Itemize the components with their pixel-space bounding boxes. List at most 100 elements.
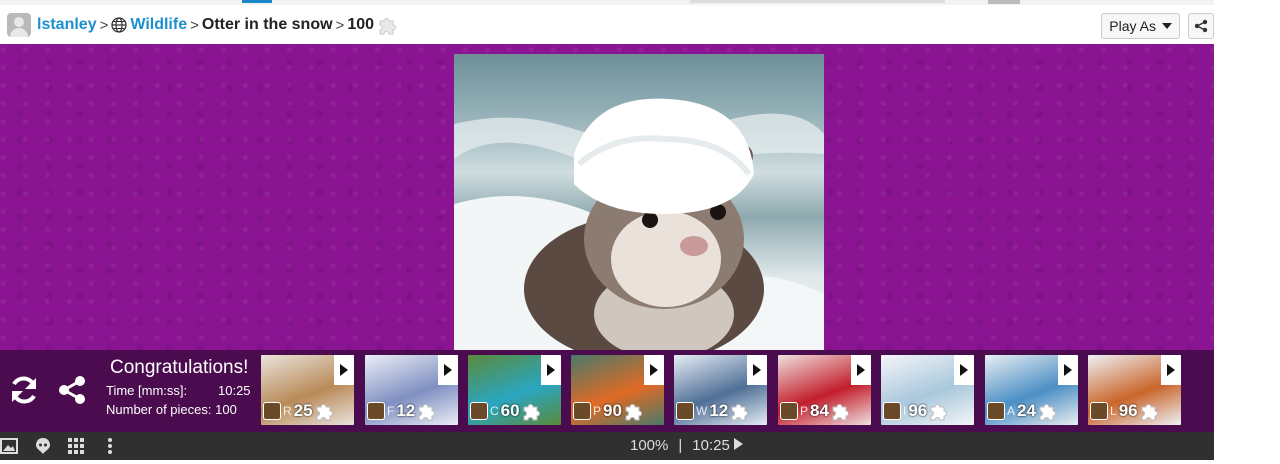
- piece-count: 12: [396, 401, 416, 420]
- share-icon[interactable]: [56, 374, 88, 406]
- related-puzzle-bears[interactable]: F 12: [365, 355, 458, 425]
- piece-count: 96: [1118, 401, 1138, 420]
- puzzle-piece-icon: [316, 404, 333, 421]
- breadcrumb-bar: lstanley > Wildlife > Otter in the snow …: [0, 6, 1214, 44]
- play-puzzle-button[interactable]: [1058, 355, 1078, 385]
- play-icon: [1064, 364, 1072, 376]
- play-icon: [753, 364, 761, 376]
- creator-initial: L: [1110, 404, 1117, 418]
- related-puzzle-fox[interactable]: R 25: [261, 355, 354, 425]
- thumb-info: P 90: [573, 400, 662, 422]
- play-puzzle-button[interactable]: [541, 355, 561, 385]
- thumb-info: F 12: [367, 400, 456, 422]
- breadcrumb-puzzle-title: Otter in the snow: [201, 16, 333, 33]
- creator-avatar: [676, 402, 694, 420]
- piece-count: 60: [500, 401, 520, 420]
- ghost-image-icon[interactable]: [34, 437, 52, 455]
- piece-count: 84: [810, 401, 829, 420]
- related-puzzle-lake[interactable]: C 60: [468, 355, 561, 425]
- creator-avatar: [1090, 402, 1108, 420]
- thumb-info: I 96: [883, 400, 972, 422]
- play-puzzle-button[interactable]: [644, 355, 664, 385]
- play-icon: [340, 364, 348, 376]
- creator-initial: W: [696, 404, 708, 418]
- breadcrumb-pieces[interactable]: 100: [347, 16, 374, 34]
- image-preview-icon[interactable]: [0, 438, 18, 454]
- piece-count: 24: [1017, 401, 1036, 420]
- pieces-value: 100: [215, 402, 237, 417]
- creator-initial: A: [1007, 404, 1016, 418]
- play-icon: [650, 364, 658, 376]
- piece-count: 90: [603, 401, 622, 420]
- puzzle-board[interactable]: [0, 44, 1214, 350]
- puzzle-piece-icon: [625, 404, 642, 421]
- share-icon: [1194, 19, 1208, 33]
- congratulations-title: Congratulations!: [110, 357, 249, 378]
- time-stat: Time [mm:ss]: 10:25: [106, 383, 251, 398]
- play-puzzle-button[interactable]: [954, 355, 974, 385]
- creator-initial: P: [800, 404, 809, 418]
- play-puzzle-button[interactable]: [334, 355, 354, 385]
- creator-initial: I: [903, 404, 907, 418]
- play-puzzle-button[interactable]: [747, 355, 767, 385]
- creator-avatar: [573, 402, 591, 420]
- chevron-right-icon: >: [99, 16, 109, 34]
- pieces-stat: Number of pieces: 100: [106, 402, 237, 417]
- thumb-info: P 84: [780, 400, 869, 422]
- top-tab-indicator: [242, 0, 272, 3]
- chevron-right-icon: >: [190, 16, 199, 34]
- play-icon: [1167, 364, 1175, 376]
- creator-initial: R: [283, 404, 292, 418]
- share-button[interactable]: [1188, 13, 1214, 39]
- play-icon: [857, 364, 865, 376]
- puzzle-piece-icon: [832, 404, 849, 421]
- completed-puzzle-image: [454, 54, 824, 350]
- pieces-label: Number of pieces:: [106, 402, 212, 417]
- browser-top-strip: [0, 0, 1214, 5]
- time-label: Time [mm:ss]:: [106, 383, 188, 398]
- play-icon: [960, 364, 968, 376]
- puzzle-piece-icon: [418, 404, 436, 421]
- related-puzzle-polar-bear[interactable]: A 24: [985, 355, 1078, 425]
- time-value: 10:25: [218, 383, 251, 398]
- piece-count: 25: [293, 401, 313, 420]
- thumb-info: C 60: [470, 400, 559, 422]
- related-puzzle-polar-cubs[interactable]: I 96: [881, 355, 974, 425]
- restart-icon[interactable]: [8, 374, 40, 406]
- thumb-info: L 96: [1090, 400, 1179, 422]
- top-button: [988, 0, 1020, 4]
- top-address-bar: [690, 0, 945, 3]
- creator-avatar: [263, 402, 281, 420]
- user-avatar[interactable]: [7, 13, 31, 37]
- creator-avatar: [780, 402, 798, 420]
- related-puzzle-snow-fox[interactable]: L 96: [1088, 355, 1181, 425]
- grid-icon[interactable]: [68, 438, 84, 454]
- breadcrumb-user-link[interactable]: lstanley: [37, 16, 97, 34]
- timer[interactable]: 10:25: [692, 437, 743, 454]
- timer-value: 10:25: [692, 437, 730, 454]
- puzzle-piece-icon: [731, 404, 749, 421]
- completion-panel: Congratulations! Time [mm:ss]: 10:25 Num…: [0, 350, 1214, 432]
- related-puzzle-horse[interactable]: W 12: [674, 355, 767, 425]
- piece-count: 96: [908, 401, 928, 420]
- play-icon: [547, 364, 555, 376]
- puzzle-piece-icon: [1141, 404, 1158, 421]
- play-puzzle-button[interactable]: [851, 355, 871, 385]
- play-puzzle-button[interactable]: [1161, 355, 1181, 385]
- creator-avatar: [987, 402, 1005, 420]
- piece-count: 12: [709, 401, 729, 420]
- play-as-dropdown[interactable]: Play As: [1101, 13, 1180, 39]
- chevron-right-icon: >: [335, 16, 345, 34]
- breadcrumb-category-link[interactable]: Wildlife: [130, 16, 187, 34]
- creator-initial: C: [490, 404, 499, 418]
- more-options-icon[interactable]: [107, 438, 113, 454]
- related-puzzle-robin[interactable]: P 90: [571, 355, 664, 425]
- thumb-info: W 12: [676, 400, 765, 422]
- creator-avatar: [883, 402, 901, 420]
- thumb-info: R 25: [263, 400, 352, 422]
- puzzle-piece-icon: [1039, 404, 1056, 421]
- related-puzzle-christmas[interactable]: P 84: [778, 355, 871, 425]
- bottom-status-bar: 100% | 10:25: [0, 432, 1214, 460]
- zoom-level[interactable]: 100%: [630, 437, 668, 454]
- play-puzzle-button[interactable]: [438, 355, 458, 385]
